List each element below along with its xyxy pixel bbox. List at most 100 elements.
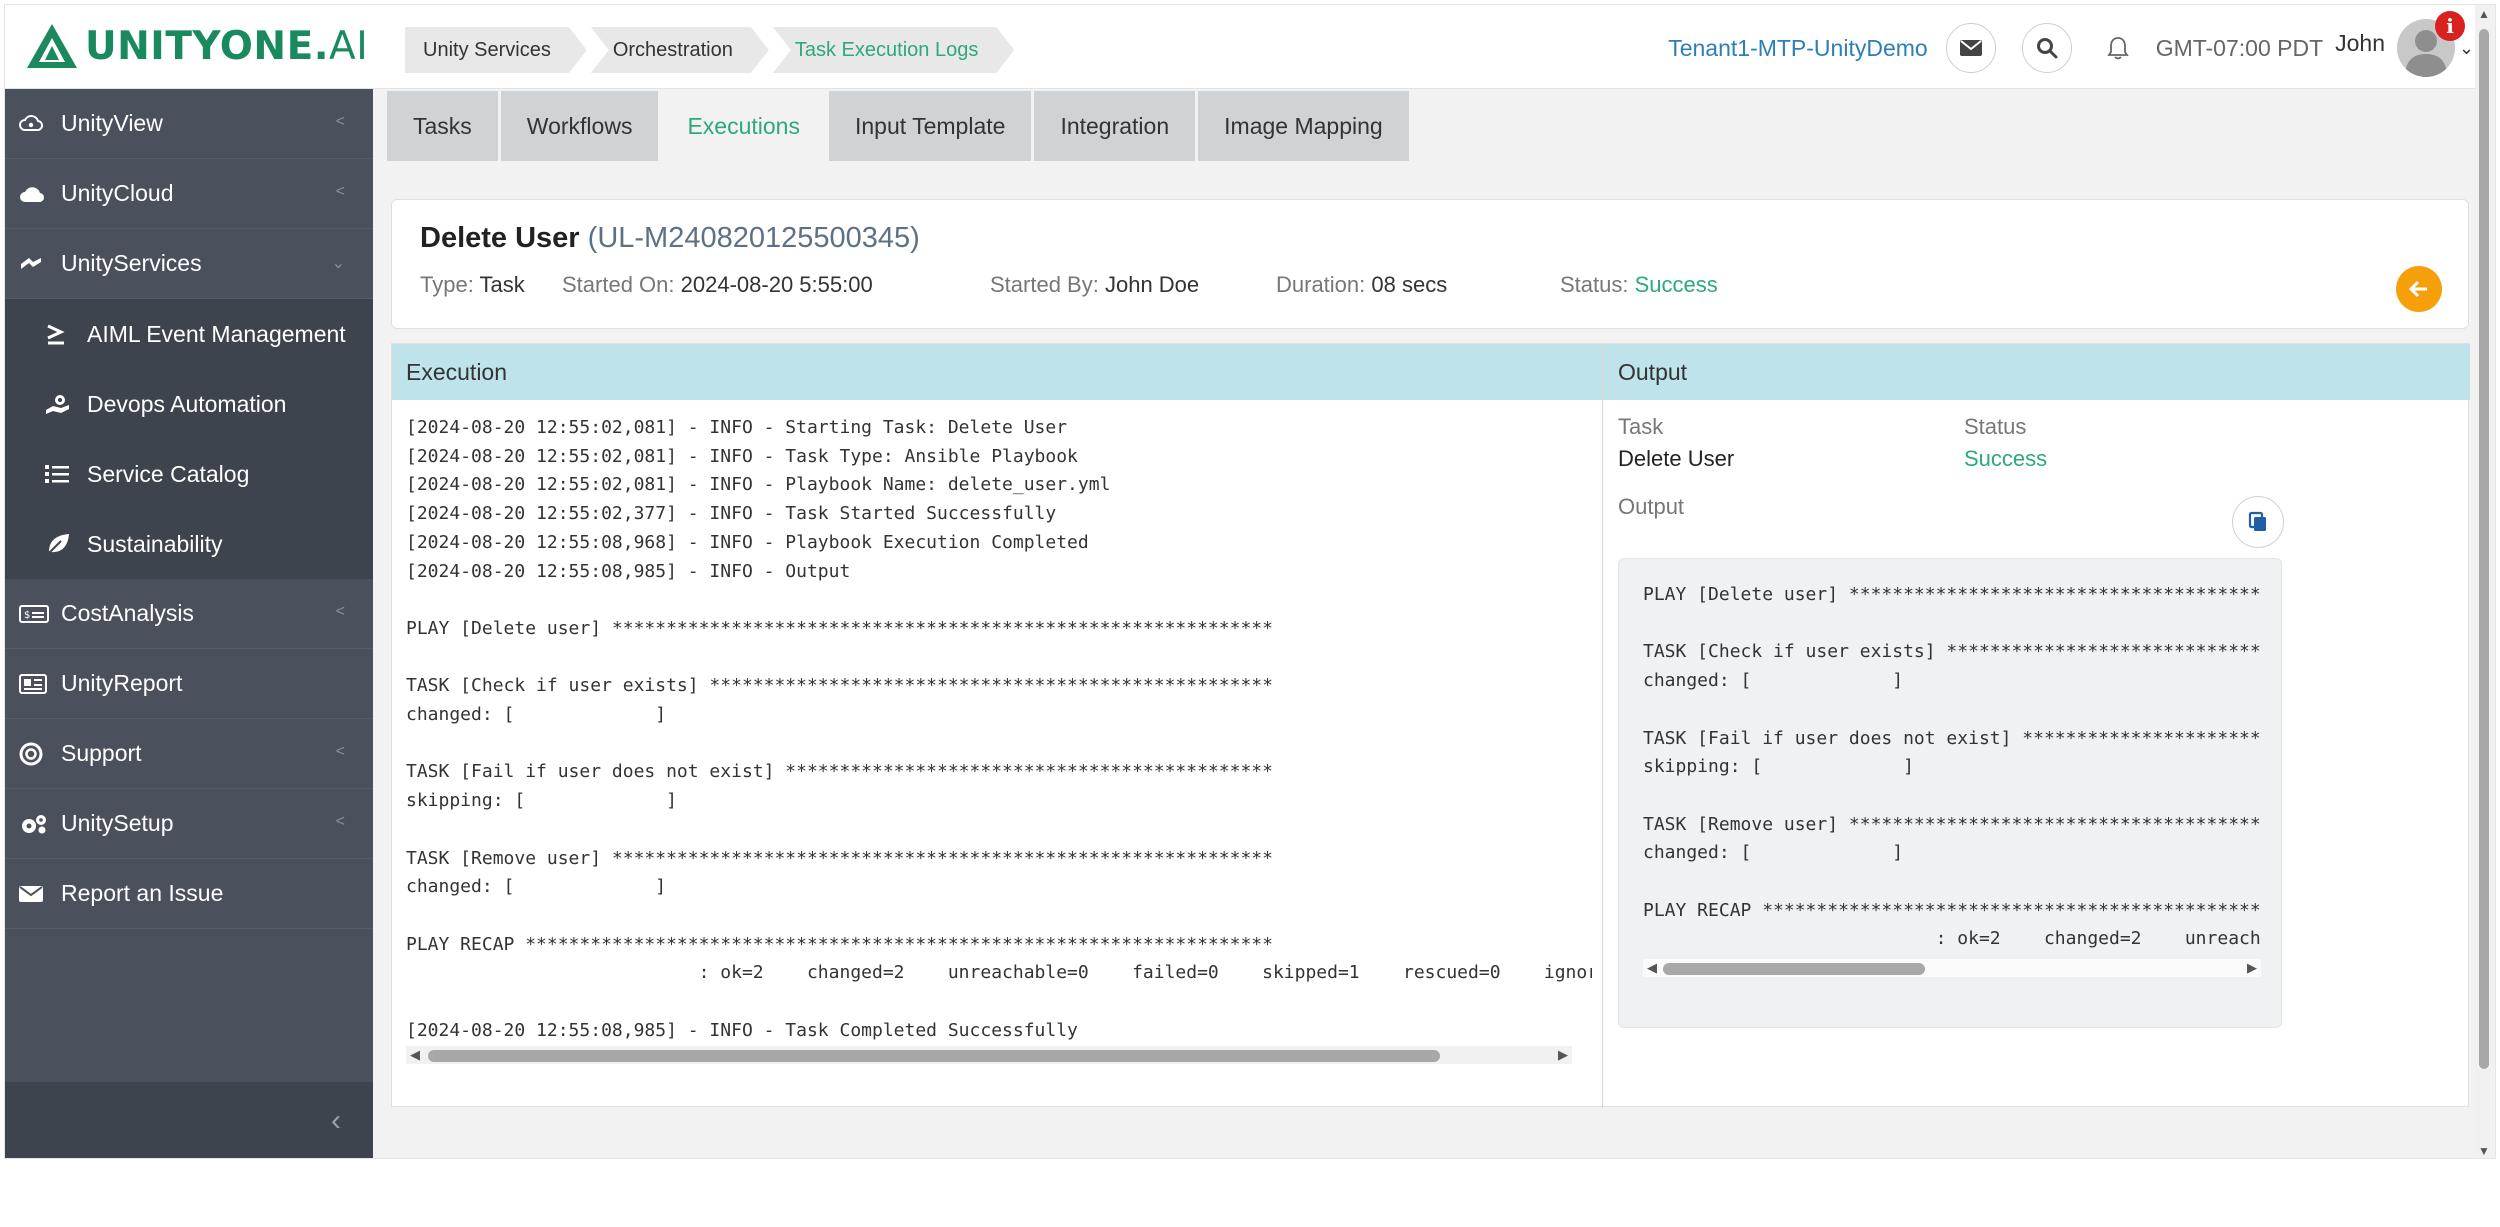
output-body: Task Status Delete User Success Output P… [1618,414,2458,1028]
envelope-icon [1959,40,1982,56]
leaf-icon [45,532,87,556]
user-name[interactable]: John [2335,30,2385,57]
devops-icon [45,393,87,415]
report-icon [19,673,61,694]
svg-text:$: $ [24,610,30,621]
sidebar-item-label: Devops Automation [87,390,287,417]
output-code-scrollbar[interactable]: ◀ ▶ [1643,959,2261,977]
status-value: Success [1964,446,2048,471]
tab-workflows[interactable]: Workflows [500,91,659,161]
copy-output-button[interactable] [2232,496,2284,548]
chevron-left-icon: < [335,813,345,830]
scroll-right-icon[interactable]: ▶ [1554,1046,1572,1064]
scroll-left-icon[interactable]: ◀ [406,1046,424,1064]
sidebar-item-support[interactable]: Support < [5,719,373,789]
page-scrollbar[interactable]: ▲ ▼ [2475,5,2493,1158]
meta-started-by: Started By: John Doe [990,272,1200,297]
cloud-icon [19,185,61,203]
sidebar-item-label: UnitySetup [61,810,174,836]
aiml-icon [45,323,87,345]
sidebar-item-label: Sustainability [87,530,223,557]
sidebar-item-label: Support [61,740,142,766]
output-summary: Task Status Delete User Success [1618,414,2458,472]
sidebar-item-label: UnityServices [61,250,202,276]
tab-integration[interactable]: Integration [1034,91,1196,161]
sidebar-item-report-an-issue[interactable]: Report an Issue [5,859,373,929]
tab-image-mapping[interactable]: Image Mapping [1198,91,1409,161]
scroll-right-icon[interactable]: ▶ [2243,959,2261,977]
status-label: Status [1964,414,2027,439]
unityservices-submenu: AIML Event Management Devops Automation … [5,299,373,579]
messages-button[interactable] [1945,23,1996,73]
sidebar-item-unityservices[interactable]: UnityServices ⌄ [5,229,373,299]
chevron-left-icon: < [335,743,345,760]
sidebar-item-sustainability[interactable]: Sustainability [5,509,373,579]
tab-input-template[interactable]: Input Template [828,91,1032,161]
task-label: Task [1618,414,1664,439]
job-name: Delete User [420,222,580,254]
unityone-logo[interactable]: UNITYONE.AI [25,19,368,73]
scroll-up-icon[interactable]: ▲ [2475,5,2493,23]
status-badge: Success [1634,272,1718,297]
breadcrumb-task-execution-logs[interactable]: Task Execution Logs [773,27,1014,73]
top-header: UNITYONE.AI Unity Services Orchestration… [5,5,2485,89]
sidebar-item-devops-automation[interactable]: Devops Automation [5,369,373,439]
breadcrumb: Unity Services Orchestration Task Execut… [405,27,1018,73]
scroll-thumb[interactable] [1663,963,1925,975]
scroll-left-icon[interactable]: ◀ [1643,959,1661,977]
breadcrumb-orchestration[interactable]: Orchestration [591,27,769,73]
sidebar-item-costanalysis[interactable]: $ CostAnalysis < [5,579,373,649]
sidebar-item-label: Service Catalog [87,460,250,487]
sidebar-item-label: UnityReport [61,670,183,696]
output-panel-header: Output [1603,344,2470,400]
sidebar-item-unityreport[interactable]: UnityReport [5,649,373,719]
execution-output-panels: Execution Output [2024-08-20 12:55:02,08… [391,343,2470,1108]
page-title: Delete User (UL-M240820125500345) [420,222,920,255]
panel-divider [1602,344,1603,1108]
scroll-down-icon[interactable]: ▼ [2475,1142,2493,1158]
cost-icon: $ [19,604,61,623]
chevron-left-icon: < [335,183,345,200]
meta-type: Type: Task [420,272,525,297]
bell-icon [2107,37,2129,60]
timezone-label: GMT-07:00 PDT [2155,34,2324,61]
sidebar-item-unityview[interactable]: UnityView < [5,89,373,159]
arrow-left-icon [2409,280,2427,298]
sidebar-collapse-button[interactable]: ‹ [5,1082,373,1158]
scroll-thumb[interactable] [428,1050,1440,1062]
sidebar-item-aiml-event-management[interactable]: AIML Event Management [5,299,373,369]
list-icon [45,464,87,484]
scroll-thumb[interactable] [2479,29,2489,1069]
cogs-icon [19,813,61,835]
tab-executions[interactable]: Executions [661,91,826,161]
sidebar: UnityView < UnityCloud < UnityServices ⌄… [5,89,373,1158]
breadcrumb-unity-services[interactable]: Unity Services [405,27,587,73]
job-meta: Type: Task Started On: 2024-08-20 5:55:0… [420,272,1718,298]
execution-log: [2024-08-20 12:55:02,081] - INFO - Start… [406,417,1592,1041]
sidebar-item-service-catalog[interactable]: Service Catalog [5,439,373,509]
header-right: Tenant1-MTP-UnityDemo GMT-07:00 PDT John… [1668,11,2485,77]
task-value: Delete User [1618,446,1735,471]
meta-started-on: Started On: 2024-08-20 5:55:00 [562,272,873,297]
notification-badge: i [2435,11,2465,41]
sidebar-item-unitysetup[interactable]: UnitySetup < [5,789,373,859]
notifications-button[interactable] [2098,28,2138,68]
execution-log-scrollbar[interactable]: ◀ ▶ [406,1046,1572,1064]
logo-text: UNITYONE.AI [85,23,369,69]
back-button[interactable] [2396,266,2442,312]
search-icon [2036,38,2058,59]
app-window: UNITYONE.AI Unity Services Orchestration… [4,4,2496,1159]
tenant-selector[interactable]: Tenant1-MTP-UnityDemo [1668,35,1927,62]
sidebar-item-unitycloud[interactable]: UnityCloud < [5,159,373,229]
job-id: (UL-M240820125500345) [587,222,920,254]
search-button[interactable] [2021,23,2072,73]
meta-status: Status: Success [1560,272,1718,297]
chevron-left-icon: ‹ [331,1104,341,1137]
services-icon [19,254,61,274]
sidebar-item-label: Report an Issue [61,880,224,906]
envelope-icon [19,885,61,903]
eye-cloud-icon [19,114,61,134]
output-label: Output [1618,494,1685,519]
output-code-box: PLAY [Delete user] *********************… [1618,558,2282,1028]
tab-tasks[interactable]: Tasks [387,91,498,161]
